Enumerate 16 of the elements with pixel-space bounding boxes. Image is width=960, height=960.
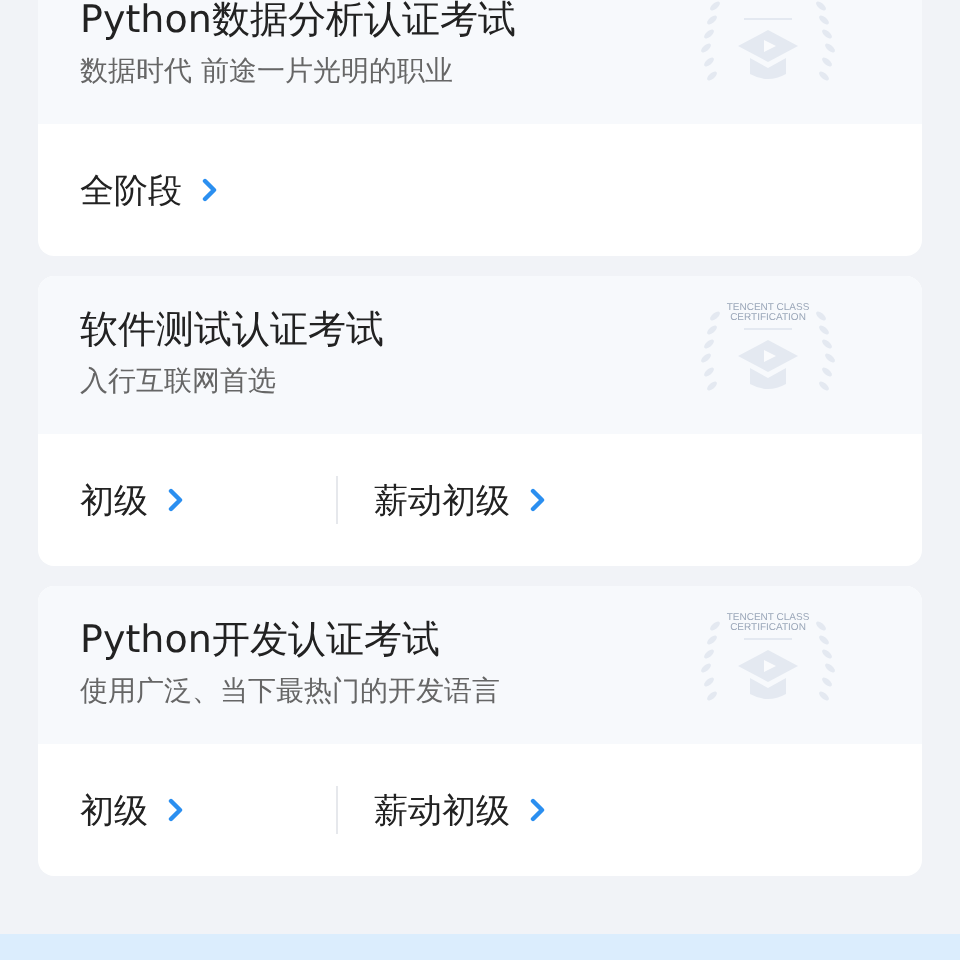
course-subtitle: 数据时代 前途一片光明的职业	[80, 54, 455, 92]
level-link[interactable]: 初级	[80, 477, 336, 523]
course-subtitle: 入行互联网首选	[80, 364, 278, 402]
level-link[interactable]: 全阶段	[80, 167, 336, 213]
chevron-right-icon	[168, 798, 184, 822]
chevron-right-icon	[530, 798, 546, 822]
level-link[interactable]: 薪动初级	[374, 787, 630, 833]
level-link[interactable]: 薪动初级	[374, 477, 630, 523]
chevron-right-icon	[530, 488, 546, 512]
course-title: Python开发认证考试	[80, 616, 442, 666]
course-title: 软件测试认证考试	[80, 306, 384, 356]
course-title: Python数据分析认证考试	[80, 0, 516, 46]
chevron-right-icon	[168, 488, 184, 512]
level-link[interactable]: 初级	[80, 787, 336, 833]
chevron-right-icon	[202, 178, 218, 202]
course-subtitle: 使用广泛、当下最热门的开发语言	[80, 674, 500, 712]
